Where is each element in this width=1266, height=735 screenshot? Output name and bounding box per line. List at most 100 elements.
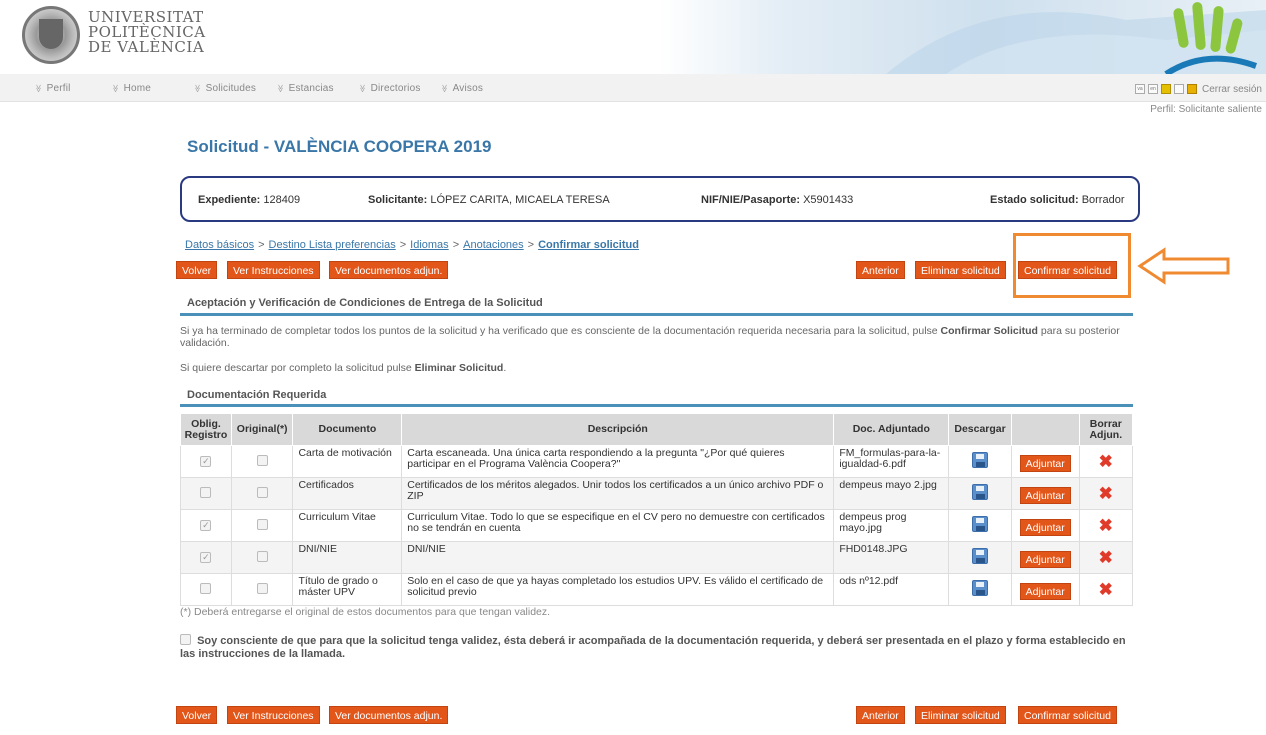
upv-logo[interactable]: UNIVERSITAT POLITÈCNICA DE VALÈNCIA xyxy=(22,6,222,68)
delete-x-icon[interactable]: ✖ xyxy=(1099,580,1113,599)
col-descargar: Descargar xyxy=(948,413,1012,446)
documento-cell: Certificados xyxy=(292,477,403,510)
original-checkbox xyxy=(256,454,268,466)
descripcion-cell: DNI/NIE xyxy=(401,541,835,574)
breadcrumb-idiomas[interactable]: Idiomas xyxy=(410,239,449,251)
adjuntar-cell: Adjuntar xyxy=(1010,541,1080,574)
download-disk-icon[interactable] xyxy=(972,484,989,500)
section-title-documentacion: Documentación Requerida xyxy=(187,389,327,401)
accessibility-icon[interactable] xyxy=(1160,84,1171,94)
acknowledgement-checkbox[interactable] xyxy=(180,634,191,645)
borrar-cell: ✖ xyxy=(1078,445,1134,478)
adjunto-cell[interactable]: dempeus mayo 2.jpg xyxy=(833,477,950,510)
breadcrumb-datos-basicos[interactable]: Datos básicos xyxy=(185,239,254,251)
table-row: ✓ Carta de motivación Carta escaneada. Una… xyxy=(180,445,1134,478)
breadcrumb-destino[interactable]: Destino Lista preferencias xyxy=(269,239,396,251)
col-documento: Documento xyxy=(292,413,403,446)
nif-info: NIF/NIE/Pasaporte: X5901433 xyxy=(701,194,854,206)
download-disk-icon[interactable] xyxy=(972,516,989,532)
table-row: ✓ Curriculum Vitae Curriculum Vitae. Todo … xyxy=(180,509,1134,542)
lock-icon xyxy=(1186,84,1197,94)
documents-table: Oblig. Registro Original(*) Documento De… xyxy=(180,413,1134,606)
delete-x-icon[interactable]: ✖ xyxy=(1099,452,1113,471)
print-icon[interactable] xyxy=(1173,84,1184,94)
oblig-checkbox xyxy=(200,582,212,594)
lang-en-icon[interactable]: en xyxy=(1147,84,1158,94)
table-row: Título de grado o máster UPV Solo en el c… xyxy=(180,573,1134,606)
adjuntar-button[interactable]: Adjuntar xyxy=(1019,455,1071,472)
documento-cell: DNI/NIE xyxy=(292,541,403,574)
page-title: Solicitud - VALÈNCIA COOPERA 2019 xyxy=(187,137,492,156)
original-checkbox xyxy=(256,518,268,530)
header-banner: UNIVERSITAT POLITÈCNICA DE VALÈNCIA xyxy=(0,0,1266,74)
download-disk-icon[interactable] xyxy=(972,548,989,564)
anterior-button[interactable]: Anterior xyxy=(856,261,905,279)
oblig-checkbox xyxy=(200,486,212,498)
nav-home[interactable]: Home xyxy=(111,83,151,94)
adjuntar-button[interactable]: Adjuntar xyxy=(1019,551,1071,568)
acknowledgement: Soy consciente de que para que la solici… xyxy=(180,634,1135,661)
oblig-cell: ✓ xyxy=(180,541,232,574)
nav-perfil[interactable]: Perfil xyxy=(34,83,71,94)
col-adjuntado: Doc. Adjuntado xyxy=(833,413,950,446)
nav-avisos[interactable]: Avisos xyxy=(440,83,483,94)
descargar-cell xyxy=(948,573,1012,606)
original-cell xyxy=(230,541,294,574)
delete-x-icon[interactable]: ✖ xyxy=(1099,516,1113,535)
main-nav: Perfil Home Solicitudes Estancias Direct… xyxy=(0,74,1266,102)
descripcion-cell: Solo en el caso de que ya hayas completa… xyxy=(401,573,835,606)
adjuntar-button[interactable]: Adjuntar xyxy=(1019,583,1071,600)
highlight-box xyxy=(1013,233,1131,298)
left-arrow-icon xyxy=(1137,247,1230,285)
adjunto-cell[interactable]: FM_formulas-para-la-igualdad-6.pdf xyxy=(833,445,950,478)
volver-button-bottom[interactable]: Volver xyxy=(176,706,218,724)
adjunto-cell[interactable]: FHD0148.JPG xyxy=(833,541,950,574)
nav-directorios[interactable]: Directorios xyxy=(358,83,421,94)
university-seal-icon xyxy=(22,6,80,64)
adjunto-cell[interactable]: dempeus prog mayo.jpg xyxy=(833,509,950,542)
download-disk-icon[interactable] xyxy=(972,452,989,468)
ver-instrucciones-button[interactable]: Ver Instrucciones xyxy=(227,261,320,279)
confirmar-solicitud-button-bottom[interactable]: Confirmar solicitud xyxy=(1018,706,1117,724)
adjuntar-button[interactable]: Adjuntar xyxy=(1019,519,1071,536)
breadcrumb: Datos básicos > Destino Lista preferencias… xyxy=(185,239,639,251)
application-info-box: Expediente: 128409 Solicitante: LÓPEZ CA… xyxy=(180,176,1140,222)
original-cell xyxy=(230,445,294,478)
original-checkbox xyxy=(256,550,268,562)
nav-tools: va en Cerrar sesión xyxy=(1134,82,1262,96)
eliminar-solicitud-button[interactable]: Eliminar solicitud xyxy=(915,261,1006,279)
oblig-cell xyxy=(180,573,232,606)
oblig-checkbox: ✓ xyxy=(200,552,212,563)
anterior-button-bottom[interactable]: Anterior xyxy=(856,706,905,724)
adjunto-cell[interactable]: ods nº12.pdf xyxy=(833,573,950,606)
col-original: Original(*) xyxy=(230,413,294,446)
breadcrumb-anotaciones[interactable]: Anotaciones xyxy=(463,239,524,251)
oblig-cell: ✓ xyxy=(180,509,232,542)
col-adjuntar xyxy=(1010,413,1080,446)
download-disk-icon[interactable] xyxy=(972,580,989,596)
delete-x-icon[interactable]: ✖ xyxy=(1099,484,1113,503)
breadcrumb-confirmar[interactable]: Confirmar solicitud xyxy=(538,239,639,251)
acknowledgement-text: Soy consciente de que para que la solici… xyxy=(180,635,1126,660)
section-divider xyxy=(180,313,1133,316)
ver-documentos-button[interactable]: Ver documentos adjun. xyxy=(329,261,449,279)
delete-x-icon[interactable]: ✖ xyxy=(1099,548,1113,567)
volver-button[interactable]: Volver xyxy=(176,261,218,279)
adjuntar-button[interactable]: Adjuntar xyxy=(1019,487,1071,504)
logout-link[interactable]: Cerrar sesión xyxy=(1202,84,1262,95)
original-cell xyxy=(230,477,294,510)
borrar-cell: ✖ xyxy=(1078,541,1134,574)
borrar-cell: ✖ xyxy=(1078,573,1134,606)
lang-va-icon[interactable]: va xyxy=(1134,84,1145,94)
ver-documentos-button-bottom[interactable]: Ver documentos adjun. xyxy=(329,706,449,724)
nav-estancias[interactable]: Estancias xyxy=(276,83,334,94)
eliminar-solicitud-button-bottom[interactable]: Eliminar solicitud xyxy=(915,706,1006,724)
original-cell xyxy=(230,573,294,606)
descargar-cell xyxy=(948,477,1012,510)
nav-solicitudes[interactable]: Solicitudes xyxy=(193,83,256,94)
descripcion-cell: Certificados de los méritos alegados. Un… xyxy=(401,477,835,510)
col-descripcion: Descripción xyxy=(401,413,835,446)
ver-instrucciones-button-bottom[interactable]: Ver Instrucciones xyxy=(227,706,320,724)
expediente-info: Expediente: 128409 xyxy=(198,194,301,206)
borrar-cell: ✖ xyxy=(1078,509,1134,542)
